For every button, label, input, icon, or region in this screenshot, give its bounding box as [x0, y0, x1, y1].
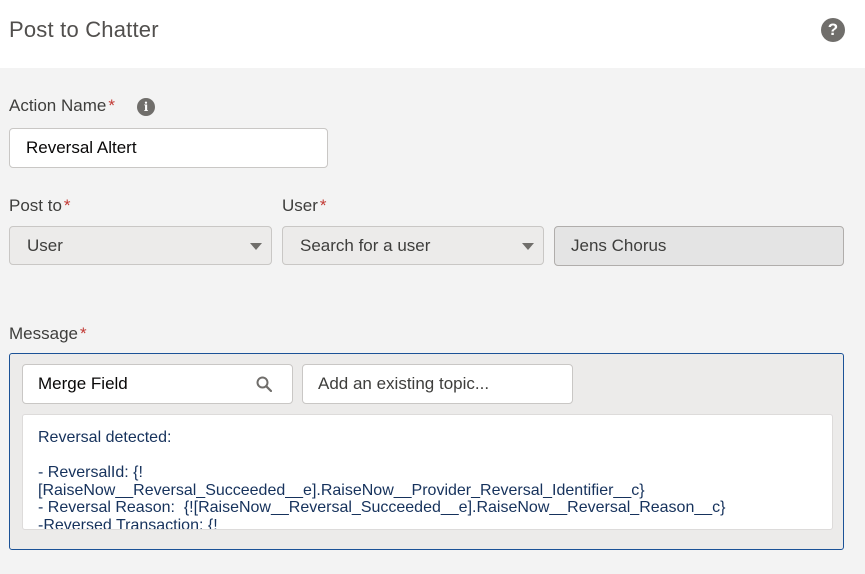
user-label-text: User — [282, 196, 318, 215]
message-line — [38, 447, 817, 465]
message-label-text: Message — [9, 324, 78, 343]
message-label: Message * — [9, 324, 87, 344]
selected-user-field[interactable]: Jens Chorus — [554, 226, 844, 266]
topic-placeholder: Add an existing topic... — [318, 374, 490, 393]
user-search-select[interactable]: Search for a user — [282, 226, 544, 265]
post-to-label: Post to * — [9, 196, 71, 216]
user-search-placeholder: Search for a user — [300, 235, 431, 255]
post-to-selected: User — [27, 235, 63, 255]
merge-field-label: Merge Field — [38, 374, 128, 393]
panel-header: Post to Chatter ? — [0, 0, 865, 68]
action-name-label-text: Action Name — [9, 96, 107, 115]
page-title: Post to Chatter — [9, 17, 159, 42]
selected-user-value: Jens Chorus — [571, 236, 667, 255]
action-name-label: Action Name * — [9, 96, 115, 116]
required-mark: * — [63, 196, 71, 215]
chevron-down-icon — [522, 243, 534, 250]
message-line: - ReversalId: {! — [38, 464, 143, 481]
question-circle-icon[interactable]: ? — [821, 18, 845, 42]
required-mark: * — [108, 96, 115, 115]
user-label: User * — [282, 196, 327, 216]
post-to-label-text: Post to — [9, 196, 62, 215]
info-icon[interactable]: i — [137, 98, 155, 116]
search-icon[interactable] — [256, 376, 272, 392]
message-textarea[interactable]: Reversal detected: - ReversalId: {! [Rai… — [22, 414, 833, 530]
post-to-select[interactable]: User — [9, 226, 272, 265]
message-line: [RaiseNow__Reversal_Succeeded__e].RaiseN… — [38, 481, 645, 499]
message-line: - Reversal Reason: {![RaiseNow__Reversal… — [38, 499, 726, 516]
action-name-input[interactable]: Reversal Altert — [9, 128, 328, 168]
message-line: -Reversed Transaction: {! — [38, 516, 218, 530]
action-name-value: Reversal Altert — [26, 138, 137, 157]
message-line: Reversal detected: — [38, 429, 172, 446]
required-mark: * — [319, 196, 327, 215]
merge-field-input[interactable]: Merge Field — [22, 364, 293, 404]
chevron-down-icon — [250, 243, 262, 250]
topic-input[interactable]: Add an existing topic... — [302, 364, 573, 404]
required-mark: * — [79, 324, 87, 343]
message-editor: Merge Field Add an existing topic... Rev… — [9, 353, 844, 550]
